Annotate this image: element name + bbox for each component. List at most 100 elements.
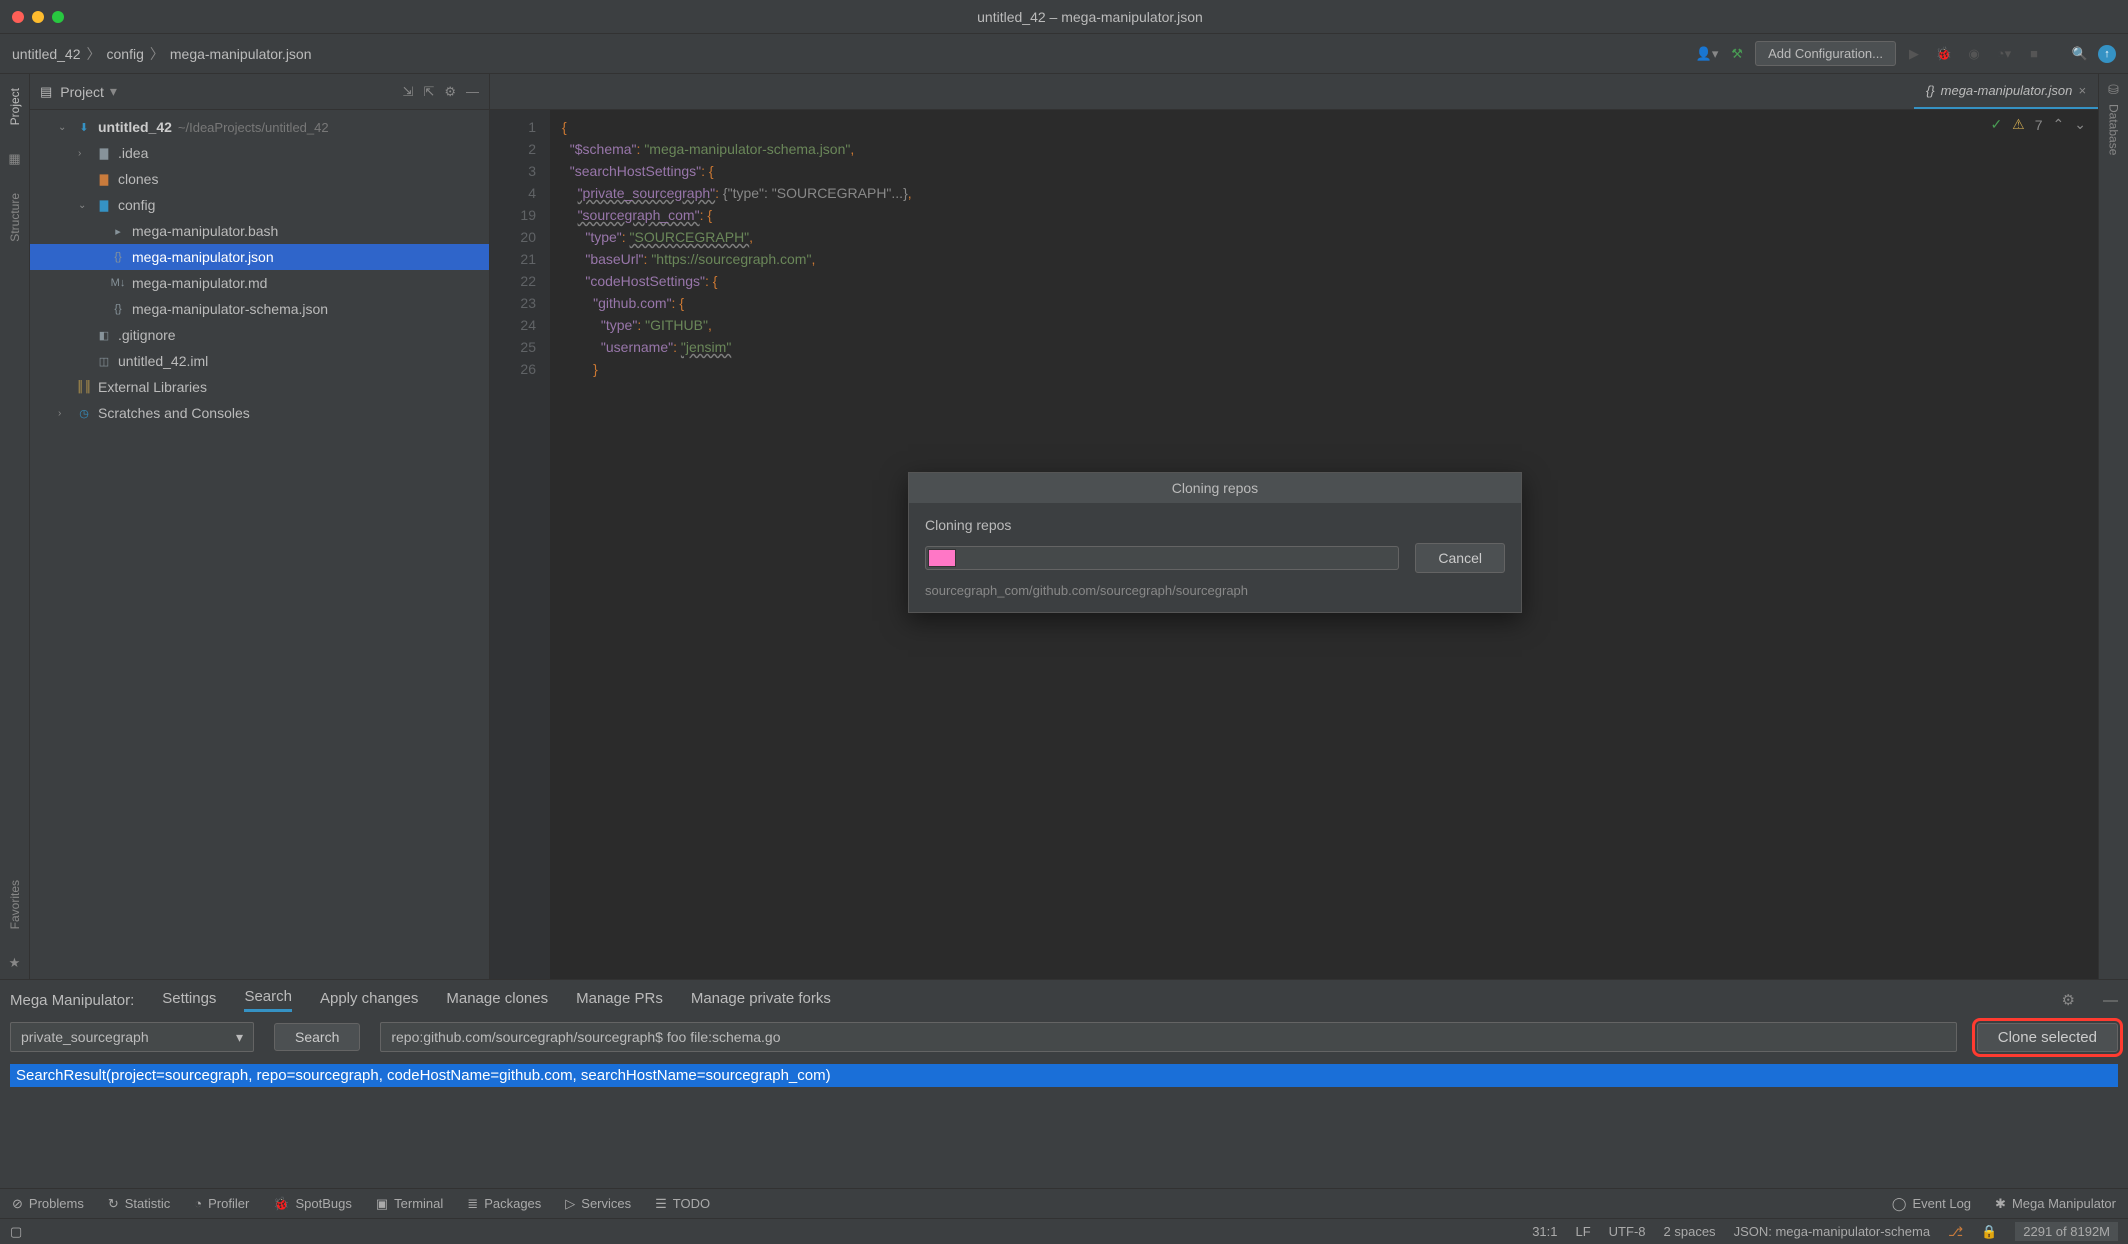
chevron-right-icon[interactable]: ›: [58, 408, 70, 419]
indent-info[interactable]: 2 spaces: [1664, 1224, 1716, 1239]
statusbar-tool-icon[interactable]: ▢: [10, 1224, 22, 1240]
editor-tab-label: mega-manipulator.json: [1941, 83, 2073, 98]
bottom-tool-buttons: ⊘Problems ↻Statistic ◔Profiler 🐞SpotBugs…: [0, 1188, 2128, 1218]
stop-icon[interactable]: ■: [2022, 42, 2046, 66]
debug-icon[interactable]: 🐞: [1932, 42, 1956, 66]
chevron-down-icon[interactable]: ⌄: [2074, 116, 2086, 133]
breadcrumb[interactable]: untitled_42 〉 config 〉 mega-manipulator.…: [12, 44, 312, 64]
libraries-icon: ║║: [76, 379, 92, 395]
tree-file[interactable]: ▸ mega-manipulator.bash: [30, 218, 489, 244]
window-maximize-button[interactable]: [52, 11, 64, 23]
gear-icon[interactable]: ⚙: [444, 84, 456, 100]
mm-tab-search[interactable]: Search: [244, 988, 292, 1012]
tree-file[interactable]: ◫ untitled_42.iml: [30, 348, 489, 374]
tree-scratches[interactable]: › ◷ Scratches and Consoles: [30, 400, 489, 426]
chevron-right-icon[interactable]: ›: [78, 148, 90, 159]
search-button[interactable]: Search: [274, 1023, 360, 1051]
gear-icon[interactable]: ⚙: [2062, 991, 2075, 1009]
database-icon[interactable]: ⛁: [2108, 82, 2119, 98]
clone-selected-button[interactable]: Clone selected: [1977, 1023, 2118, 1052]
bt-services[interactable]: ▷Services: [565, 1196, 631, 1212]
tree-item-label: mega-manipulator.json: [132, 249, 274, 265]
hide-icon[interactable]: —: [2103, 992, 2118, 1009]
eventlog-icon: ◯: [1892, 1196, 1907, 1212]
tree-file[interactable]: M↓ mega-manipulator.md: [30, 270, 489, 296]
tree-item-label: .idea: [118, 145, 148, 161]
mm-tab-apply[interactable]: Apply changes: [320, 990, 418, 1011]
bt-problems[interactable]: ⊘Problems: [12, 1196, 84, 1212]
chevron-down-icon[interactable]: ⌄: [58, 122, 70, 133]
coverage-icon[interactable]: ◉: [1962, 42, 1986, 66]
spotbugs-icon: 🐞: [273, 1196, 289, 1212]
bt-mega-manipulator[interactable]: ✱Mega Manipulator: [1995, 1196, 2116, 1212]
tree-file[interactable]: ◧ .gitignore: [30, 322, 489, 348]
breadcrumb-item[interactable]: mega-manipulator.json: [170, 46, 312, 62]
bt-statistic[interactable]: ↻Statistic: [108, 1196, 170, 1212]
titlebar: untitled_42 – mega-manipulator.json: [0, 0, 2128, 34]
bt-terminal[interactable]: ▣Terminal: [376, 1196, 443, 1212]
json-schema[interactable]: JSON: mega-manipulator-schema: [1734, 1224, 1931, 1239]
lock-icon[interactable]: 🔒: [1981, 1224, 1997, 1240]
bt-spotbugs[interactable]: 🐞SpotBugs: [273, 1196, 352, 1212]
user-icon[interactable]: 👤▾: [1695, 42, 1719, 66]
editor-gutter: 12341920212223242526: [490, 110, 550, 979]
mm-tab-prs[interactable]: Manage PRs: [576, 990, 663, 1011]
mm-tab-clones[interactable]: Manage clones: [446, 990, 548, 1011]
cancel-button[interactable]: Cancel: [1415, 543, 1505, 573]
bt-eventlog[interactable]: ◯Event Log: [1892, 1196, 1971, 1212]
profile-icon[interactable]: ◔▾: [1992, 42, 2016, 66]
search-host-select[interactable]: private_sourcegraph ▾: [10, 1022, 254, 1052]
search-query-input[interactable]: [380, 1022, 1956, 1052]
editor-tab[interactable]: {} mega-manipulator.json ×: [1914, 74, 2098, 109]
chevron-up-icon[interactable]: ⌃: [2053, 116, 2065, 133]
search-icon[interactable]: 🔍: [2068, 42, 2092, 66]
breadcrumb-item[interactable]: untitled_42: [12, 46, 81, 62]
caret-position[interactable]: 31:1: [1532, 1224, 1557, 1239]
tree-root[interactable]: ⌄ ⬇ untitled_42 ~/IdeaProjects/untitled_…: [30, 114, 489, 140]
editor-body[interactable]: 12341920212223242526 { "$schema": "mega-…: [490, 110, 2098, 979]
file-encoding[interactable]: UTF-8: [1609, 1224, 1646, 1239]
memory-indicator[interactable]: 2291 of 8192M: [2015, 1222, 2118, 1241]
tree-file-selected[interactable]: {} mega-manipulator.json: [30, 244, 489, 270]
rail-database[interactable]: Database: [2107, 98, 2121, 161]
inspections-widget[interactable]: ✓ ⚠ 7 ⌃ ⌄: [1990, 116, 2086, 133]
tree-item-label: mega-manipulator.md: [132, 275, 267, 291]
mm-tab-settings[interactable]: Settings: [162, 990, 216, 1011]
close-icon[interactable]: ×: [2078, 83, 2086, 98]
search-results[interactable]: SearchResult(project=sourcegraph, repo=s…: [10, 1062, 2118, 1182]
add-configuration-button[interactable]: Add Configuration...: [1755, 41, 1896, 66]
window-close-button[interactable]: [12, 11, 24, 23]
chevron-down-icon[interactable]: ▾: [110, 83, 117, 100]
services-icon: ▷: [565, 1196, 575, 1212]
run-icon[interactable]: ▶: [1902, 42, 1926, 66]
folder-icon: ▇: [96, 197, 112, 213]
tree-item-label: mega-manipulator.bash: [132, 223, 278, 239]
bt-todo[interactable]: ☰TODO: [655, 1196, 710, 1212]
tree-folder-config[interactable]: ⌄ ▇ config: [30, 192, 489, 218]
rail-project[interactable]: Project: [8, 82, 22, 131]
tree-folder-idea[interactable]: › ▇ .idea: [30, 140, 489, 166]
tree-external-libraries[interactable]: ║║ External Libraries: [30, 374, 489, 400]
breadcrumb-item[interactable]: config: [107, 46, 144, 62]
chevron-down-icon[interactable]: ⌄: [78, 200, 90, 211]
rail-structure[interactable]: Structure: [8, 187, 22, 248]
tree-file[interactable]: {} mega-manipulator-schema.json: [30, 296, 489, 322]
bt-profiler[interactable]: ◔Profiler: [194, 1196, 249, 1211]
expand-all-icon[interactable]: ⇱: [423, 84, 434, 100]
search-result-row[interactable]: SearchResult(project=sourcegraph, repo=s…: [10, 1064, 2118, 1087]
git-icon[interactable]: ⎇: [1948, 1224, 1963, 1240]
line-separator[interactable]: LF: [1576, 1224, 1591, 1239]
dialog-subtext: sourcegraph_com/github.com/sourcegraph/s…: [925, 583, 1505, 598]
tree-folder-clones[interactable]: ▇ clones: [30, 166, 489, 192]
project-view-title[interactable]: Project: [60, 84, 104, 100]
window-minimize-button[interactable]: [32, 11, 44, 23]
folder-icon: ▇: [96, 145, 112, 161]
update-available-icon[interactable]: ↑: [2098, 45, 2116, 63]
bt-packages[interactable]: ≣Packages: [467, 1196, 541, 1212]
mm-tab-forks[interactable]: Manage private forks: [691, 990, 831, 1011]
select-opened-file-icon[interactable]: ⇲: [403, 84, 414, 100]
hide-icon[interactable]: —: [466, 84, 479, 100]
project-tree[interactable]: ⌄ ⬇ untitled_42 ~/IdeaProjects/untitled_…: [30, 110, 489, 430]
build-hammer-icon[interactable]: ⚒: [1725, 42, 1749, 66]
rail-favorites[interactable]: Favorites: [8, 874, 22, 935]
